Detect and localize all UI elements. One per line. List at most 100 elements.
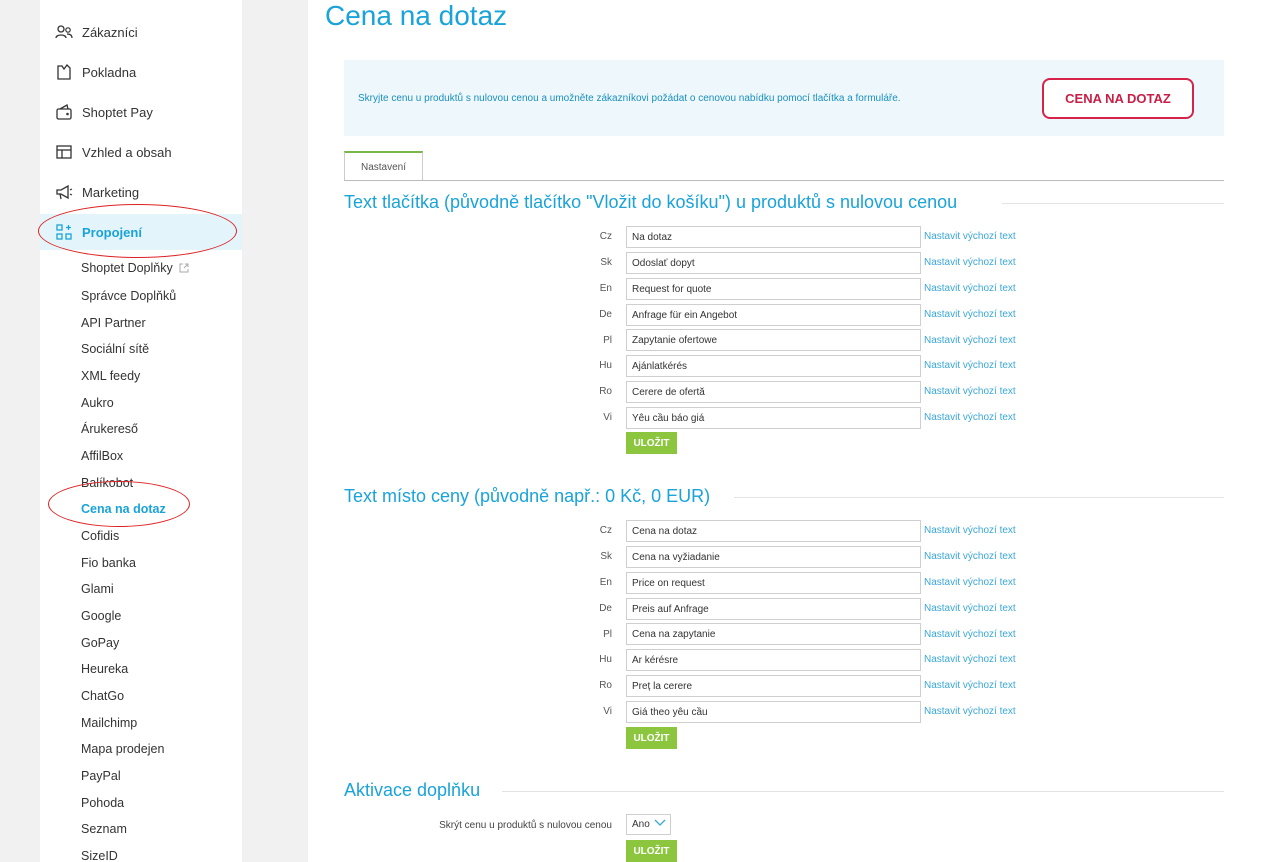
- section-divider: [1002, 203, 1224, 204]
- subitem-spravce-doplnku[interactable]: Správce Doplňků: [81, 289, 176, 303]
- price-text-input-de[interactable]: [626, 598, 921, 620]
- customers-icon: [54, 22, 74, 42]
- subitem-balikobot[interactable]: Balíkobot: [81, 476, 133, 490]
- subitem-chatgo[interactable]: ChatGo: [81, 689, 124, 703]
- subitem-gopay[interactable]: GoPay: [81, 636, 119, 650]
- button-text-input-ro[interactable]: [626, 381, 921, 403]
- sidebar-item-zakaznici[interactable]: Zákazníci: [40, 14, 242, 50]
- reset-default-link[interactable]: Nastavit výchozí text: [924, 654, 1016, 665]
- subitem-shoptet-doplnky[interactable]: Shoptet Doplňky: [81, 261, 189, 276]
- reset-default-link[interactable]: Nastavit výchozí text: [924, 283, 1016, 294]
- banner-description: Skryjte cenu u produktů s nulovou cenou …: [358, 93, 901, 104]
- sidebar-item-label: Pokladna: [82, 64, 137, 80]
- tab-nastaveni[interactable]: Nastavení: [344, 151, 423, 181]
- lang-label: Ro: [599, 680, 612, 691]
- reset-default-link[interactable]: Nastavit výchozí text: [924, 335, 1016, 346]
- button-text-input-pl[interactable]: [626, 329, 921, 351]
- sidebar-item-marketing[interactable]: Marketing: [40, 174, 242, 210]
- section-title-price-text: Text místo ceny (původně např.: 0 Kč, 0 …: [344, 486, 711, 506]
- reset-default-link[interactable]: Nastavit výchozí text: [924, 360, 1016, 371]
- sidebar-item-propojeni[interactable]: Propojení: [40, 214, 242, 250]
- subitem-arukereso[interactable]: Árukereső: [81, 422, 138, 436]
- reset-default-link[interactable]: Nastavit výchozí text: [924, 525, 1016, 536]
- subitem-pohoda[interactable]: Pohoda: [81, 796, 124, 810]
- lang-label: Vi: [603, 706, 612, 717]
- lang-label: Ro: [599, 386, 612, 397]
- addon-banner: Skryjte cenu u produktů s nulovou cenou …: [344, 60, 1224, 136]
- lang-label: Sk: [600, 257, 612, 268]
- subitem-affilbox[interactable]: AffilBox: [81, 449, 123, 463]
- hide-price-select[interactable]: Ano: [626, 814, 671, 835]
- price-text-input-pl[interactable]: [626, 623, 921, 645]
- button-text-input-vi[interactable]: [626, 407, 921, 429]
- subitem-api-partner[interactable]: API Partner: [81, 316, 146, 330]
- lang-label: Pl: [603, 335, 612, 346]
- price-text-input-sk[interactable]: [626, 546, 921, 568]
- sidebar-item-label: Shoptet Pay: [82, 104, 153, 120]
- reset-default-link[interactable]: Nastavit výchozí text: [924, 629, 1016, 640]
- cash-register-icon: [54, 62, 74, 82]
- lang-label: Vi: [603, 412, 612, 423]
- subitem-google[interactable]: Google: [81, 609, 121, 623]
- save-button[interactable]: ULOŽIT: [626, 432, 677, 454]
- subitem-cena-na-dotaz[interactable]: Cena na dotaz: [81, 502, 166, 516]
- subitem-xml-feedy[interactable]: XML feedy: [81, 369, 140, 383]
- button-text-input-de[interactable]: [626, 304, 921, 326]
- reset-default-link[interactable]: Nastavit výchozí text: [924, 257, 1016, 268]
- page-title: Cena na dotaz: [325, 0, 508, 31]
- button-text-input-sk[interactable]: [626, 252, 921, 274]
- reset-default-link[interactable]: Nastavit výchozí text: [924, 309, 1016, 320]
- reset-default-link[interactable]: Nastavit výchozí text: [924, 386, 1016, 397]
- subitem-paypal[interactable]: PayPal: [81, 769, 121, 783]
- price-text-input-hu[interactable]: [626, 649, 921, 671]
- price-text-input-vi[interactable]: [626, 701, 921, 723]
- section-divider: [502, 791, 1224, 792]
- reset-default-link[interactable]: Nastavit výchozí text: [924, 603, 1016, 614]
- price-text-input-ro[interactable]: [626, 675, 921, 697]
- subitem-seznam[interactable]: Seznam: [81, 822, 127, 836]
- sidebar-item-shoptet-pay[interactable]: Shoptet Pay: [40, 94, 242, 130]
- reset-default-link[interactable]: Nastavit výchozí text: [924, 680, 1016, 691]
- save-button[interactable]: ULOŽIT: [626, 840, 677, 862]
- subitem-aukro[interactable]: Aukro: [81, 396, 114, 410]
- subitem-heureka[interactable]: Heureka: [81, 662, 128, 676]
- subitem-fio-banka[interactable]: Fio banka: [81, 556, 136, 570]
- reset-default-link[interactable]: Nastavit výchozí text: [924, 412, 1016, 423]
- sidebar-item-label: Zákazníci: [82, 24, 138, 40]
- section-title-button-text: Text tlačítka (původně tlačítko "Vložit …: [344, 192, 958, 212]
- sidebar-item-label: Vzhled a obsah: [82, 144, 172, 160]
- reset-default-link[interactable]: Nastavit výchozí text: [924, 551, 1016, 562]
- lang-label: De: [599, 309, 612, 320]
- sidebar-item-label: Propojení: [82, 224, 142, 240]
- button-text-input-en[interactable]: [626, 278, 921, 300]
- left-gutter: [0, 0, 40, 862]
- lang-label: Pl: [603, 629, 612, 640]
- reset-default-link[interactable]: Nastavit výchozí text: [924, 231, 1016, 242]
- wallet-icon: [54, 102, 74, 122]
- integrations-icon: [54, 222, 74, 242]
- subitem-cofidis[interactable]: Cofidis: [81, 529, 119, 543]
- subitem-glami[interactable]: Glami: [81, 582, 114, 596]
- content-gutter: [242, 0, 308, 862]
- lang-label: En: [599, 577, 612, 588]
- sidebar-item-pokladna[interactable]: Pokladna: [40, 54, 242, 90]
- reset-default-link[interactable]: Nastavit výchozí text: [924, 706, 1016, 717]
- price-text-input-en[interactable]: [626, 572, 921, 594]
- cena-na-dotaz-logo-button[interactable]: CENA NA DOTAZ: [1042, 78, 1194, 119]
- button-text-input-cz[interactable]: [626, 226, 921, 248]
- button-text-input-hu[interactable]: [626, 355, 921, 377]
- subitem-label: Shoptet Doplňky: [81, 261, 173, 275]
- external-link-icon: [179, 262, 189, 276]
- subitem-sizeid[interactable]: SizeID: [81, 849, 118, 862]
- save-button[interactable]: ULOŽIT: [626, 727, 677, 749]
- tabs-divider: [344, 180, 1224, 181]
- subitem-mailchimp[interactable]: Mailchimp: [81, 716, 137, 730]
- chevron-down-icon: [654, 819, 666, 830]
- subitem-mapa-prodejen[interactable]: Mapa prodejen: [81, 742, 164, 756]
- price-text-input-cz[interactable]: [626, 520, 921, 542]
- lang-label: De: [599, 603, 612, 614]
- select-value: Ano: [632, 819, 650, 830]
- reset-default-link[interactable]: Nastavit výchozí text: [924, 577, 1016, 588]
- subitem-socialni-site[interactable]: Sociální sítě: [81, 342, 149, 356]
- sidebar-item-vzhled[interactable]: Vzhled a obsah: [40, 134, 242, 170]
